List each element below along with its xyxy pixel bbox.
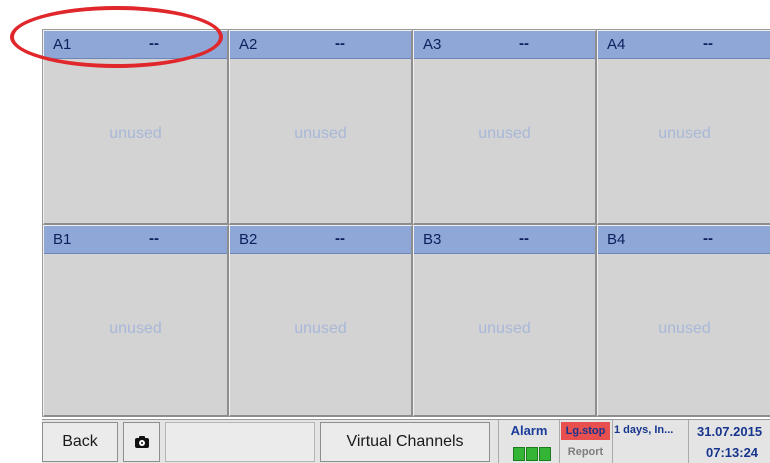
channel-overview-screen: A1 -- unused A2 -- unused A3 -- unused A… (0, 0, 770, 463)
channel-header: A2 -- (230, 31, 411, 59)
channel-status: unused (294, 320, 347, 337)
channel-status: unused (109, 125, 162, 142)
channel-tile-a3[interactable]: A3 -- unused (413, 30, 597, 225)
status-divider (688, 420, 689, 463)
channel-header: A1 -- (44, 31, 227, 59)
channel-tile-b4[interactable]: B4 -- unused (597, 225, 770, 417)
channel-status: unused (294, 125, 347, 142)
channel-value: -- (519, 35, 529, 52)
time-display: 07:13:24 (706, 445, 759, 460)
channel-value: -- (149, 35, 159, 52)
channel-tile-a2[interactable]: A2 -- unused (229, 30, 413, 225)
log-interval-text: 1 days, In... (614, 424, 674, 436)
channel-status: unused (109, 320, 162, 337)
alarm-label[interactable]: Alarm (500, 423, 558, 438)
channel-header: B3 -- (414, 226, 595, 254)
channel-id: A3 (423, 36, 442, 53)
screenshot-button[interactable] (123, 422, 160, 462)
channel-tile-b2[interactable]: B2 -- unused (229, 225, 413, 417)
channel-id: A2 (239, 36, 258, 53)
alarm-led (539, 447, 551, 461)
camera-icon (134, 436, 149, 448)
date-display: 31.07.2015 (697, 424, 763, 439)
channel-status: unused (658, 125, 711, 142)
report-label[interactable]: Report (561, 443, 610, 461)
channel-status: unused (478, 320, 531, 337)
back-button[interactable]: Back (42, 422, 118, 462)
channel-value: -- (519, 230, 529, 247)
channel-header: B4 -- (598, 226, 770, 254)
channel-id: B3 (423, 231, 442, 248)
status-divider (612, 420, 613, 463)
channel-id: B2 (239, 231, 258, 248)
channel-status: unused (658, 320, 711, 337)
channel-value: -- (149, 230, 159, 247)
channel-tile-a1[interactable]: A1 -- unused (43, 30, 229, 225)
channel-id: B4 (607, 231, 626, 248)
status-divider (498, 420, 499, 463)
channel-value: -- (335, 230, 345, 247)
status-divider (559, 420, 560, 463)
channel-header: B2 -- (230, 226, 411, 254)
status-panel: Alarm Lg.stop Report 1 days, In... 31.07… (498, 420, 770, 463)
empty-toolbar-slot (165, 422, 315, 462)
channel-header: B1 -- (44, 226, 227, 254)
channel-tile-a4[interactable]: A4 -- unused (597, 30, 770, 225)
alarm-indicators (513, 447, 552, 461)
alarm-led (513, 447, 525, 461)
channel-grid: A1 -- unused A2 -- unused A3 -- unused A… (42, 29, 770, 417)
channel-status: unused (478, 125, 531, 142)
alarm-led (526, 447, 538, 461)
virtual-channels-button[interactable]: Virtual Channels (320, 422, 490, 462)
channel-value: -- (703, 35, 713, 52)
channel-id: A4 (607, 36, 626, 53)
bottom-toolbar: Back Virtual Channels Alarm Lg.stop Repo… (42, 419, 770, 463)
channel-value: -- (703, 230, 713, 247)
channel-value: -- (335, 35, 345, 52)
channel-tile-b3[interactable]: B3 -- unused (413, 225, 597, 417)
logger-state-badge[interactable]: Lg.stop (561, 422, 610, 440)
channel-header: A3 -- (414, 31, 595, 59)
channel-id: B1 (53, 231, 72, 248)
channel-header: A4 -- (598, 31, 770, 59)
channel-tile-b1[interactable]: B1 -- unused (43, 225, 229, 417)
channel-id: A1 (53, 36, 72, 53)
